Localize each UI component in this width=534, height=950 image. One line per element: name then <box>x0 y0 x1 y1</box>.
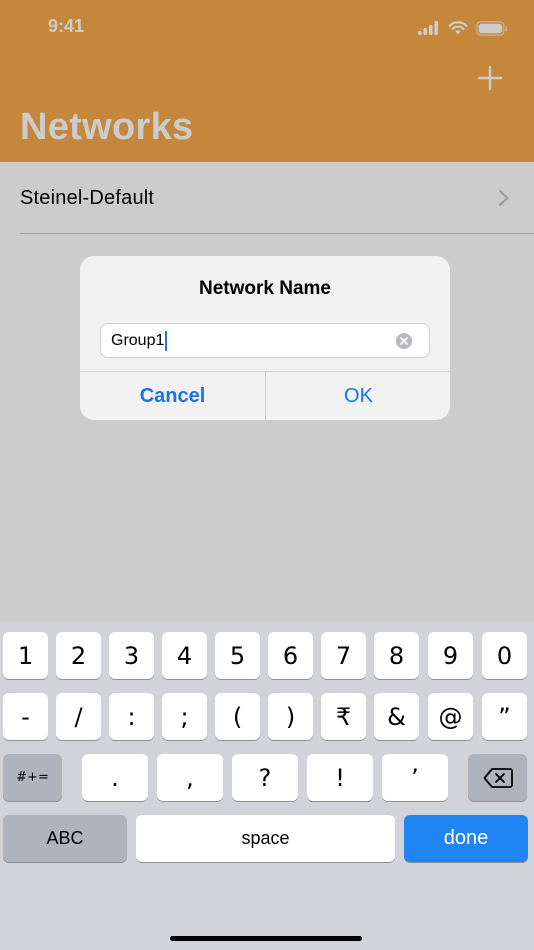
key-4[interactable]: 4 <box>162 632 207 679</box>
network-name-input[interactable]: Group1 <box>100 323 430 358</box>
key-5[interactable]: 5 <box>215 632 260 679</box>
key-at[interactable]: @ <box>428 693 473 740</box>
key-colon[interactable]: : <box>109 693 154 740</box>
key-space[interactable]: space <box>136 815 395 862</box>
key-3[interactable]: 3 <box>109 632 154 679</box>
key-slash[interactable]: / <box>56 693 101 740</box>
key-open-paren[interactable]: ( <box>215 693 260 740</box>
key-0[interactable]: 0 <box>482 632 527 679</box>
alert-title: Network Name <box>199 278 331 299</box>
key-9[interactable]: 9 <box>428 632 473 679</box>
key-exclamation[interactable]: ! <box>307 754 373 801</box>
key-ampersand[interactable]: & <box>374 693 419 740</box>
key-1[interactable]: 1 <box>3 632 48 679</box>
key-7[interactable]: 7 <box>321 632 366 679</box>
home-indicator <box>170 936 362 941</box>
backspace-icon <box>483 767 513 788</box>
ok-button[interactable]: OK <box>266 372 450 420</box>
key-double-quote[interactable]: ” <box>482 693 527 740</box>
key-done[interactable]: done <box>404 815 528 862</box>
key-more-symbols[interactable]: #+= <box>3 754 62 801</box>
key-abc[interactable]: ABC <box>3 815 127 862</box>
key-apostrophe[interactable]: ’ <box>382 754 448 801</box>
cancel-button[interactable]: Cancel <box>80 372 265 420</box>
key-comma[interactable]: , <box>157 754 223 801</box>
network-name-alert: Network Name Group1 Cancel OK <box>80 256 450 420</box>
key-semicolon[interactable]: ; <box>162 693 207 740</box>
key-2[interactable]: 2 <box>56 632 101 679</box>
key-rupee[interactable]: ₹ <box>321 693 366 740</box>
input-value: Group1 <box>111 331 165 349</box>
clear-circle-icon[interactable] <box>395 332 413 350</box>
key-period[interactable]: . <box>82 754 148 801</box>
key-close-paren[interactable]: ) <box>268 693 313 740</box>
text-cursor <box>165 330 168 351</box>
key-hyphen[interactable]: - <box>3 693 48 740</box>
numeric-keyboard: 1 2 3 4 5 6 7 8 9 0 - / : ; ( ) ₹ & @ ” … <box>0 622 534 950</box>
key-6[interactable]: 6 <box>268 632 313 679</box>
key-question[interactable]: ? <box>232 754 298 801</box>
backspace-key[interactable] <box>468 754 527 801</box>
key-8[interactable]: 8 <box>374 632 419 679</box>
